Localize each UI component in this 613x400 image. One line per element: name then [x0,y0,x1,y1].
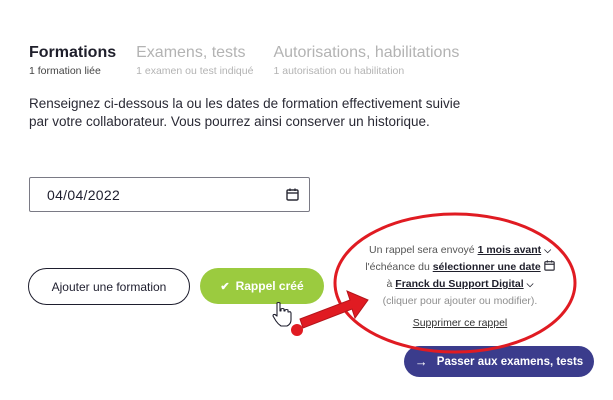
tab-subtitle: 1 examen ou test indiqué [136,65,254,77]
tab-autorisations[interactable]: Autorisations, habilitations 1 autorisat… [273,44,459,78]
arrow-right-icon: → [414,354,428,369]
tab-subtitle: 1 autorisation ou habilitation [273,65,405,77]
intro-text: Renseignez ci-dessous la ou les dates de… [29,96,461,129]
reminder-delay-value: 1 mois avant [477,244,542,256]
reminder-panel: Un rappel sera envoyé 1 mois avant ⌵ l'éc… [345,242,575,310]
reminder-line-2: l'échéance du sélectionner une date [345,259,575,276]
reminder-recipient-value: Franck du Support Digital [395,278,524,290]
reminder-date-select[interactable]: sélectionner une date [433,261,541,273]
reminder-line-1: Un rappel sera envoyé 1 mois avant ⌵ [345,242,575,259]
chevron-down-icon: ⌵ [544,245,552,255]
reminder-prefix: l'échéance du [365,261,430,273]
reminder-created-label: Rappel créé [235,279,304,293]
tab-title: Autorisations, habilitations [273,44,460,61]
training-date-input[interactable]: 04/04/2022 [29,177,310,212]
calendar-icon[interactable] [286,188,299,201]
tab-formations[interactable]: Formations 1 formation liée [29,44,116,78]
add-training-button[interactable]: Ajouter une formation [28,268,190,305]
reminder-hint: (cliquer pour ajouter ou modifier). [382,295,538,307]
reminder-prefix: Un rappel sera envoyé [368,244,475,256]
reminder-prefix: à [386,278,393,290]
next-tab-label: Passer aux examens, tests [436,355,584,368]
reminder-created-button[interactable]: ✔ Rappel créé [200,268,324,304]
reminder-delay-select[interactable]: 1 mois avant ⌵ [478,244,551,256]
chevron-down-icon: ⌵ [526,279,534,289]
delete-reminder-link[interactable]: Supprimer ce rappel [345,317,575,329]
calendar-icon[interactable] [543,260,555,271]
date-value: 04/04/2022 [47,186,121,203]
hand-cursor-icon [272,301,292,327]
tab-subtitle: 1 formation liée [29,65,101,77]
tab-title: Formations [29,44,117,61]
tab-examens[interactable]: Examens, tests 1 examen ou test indiqué [136,44,253,78]
tab-title: Examens, tests [136,44,246,61]
reminder-line-3: à Franck du Support Digital ⌵ [345,276,575,293]
reminder-recipient-select[interactable]: Franck du Support Digital ⌵ [395,278,533,290]
check-icon: ✔ [220,280,230,293]
tabs-bar: Formations 1 formation liée Examens, tes… [29,44,479,78]
next-tab-button[interactable]: → Passer aux examens, tests [404,346,594,377]
